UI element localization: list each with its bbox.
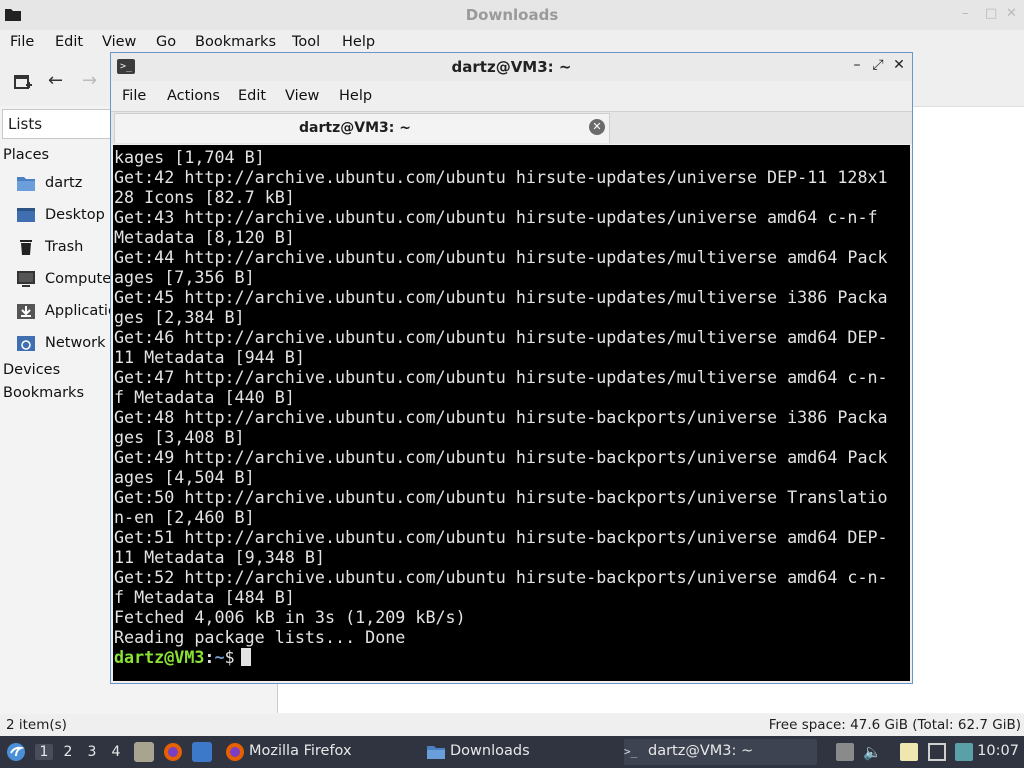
sidebar-mode-label: Lists xyxy=(8,115,43,133)
bookmarks-heading[interactable]: Bookmarks xyxy=(3,385,84,401)
terminal-icon: >_ xyxy=(624,745,638,758)
workspace-1[interactable]: 1 xyxy=(35,744,53,760)
start-menu-icon[interactable] xyxy=(6,742,26,762)
menu-bookmarks[interactable]: Bookmarks xyxy=(195,34,276,50)
menu-tool[interactable]: Tool xyxy=(292,34,320,50)
tab-close-icon[interactable]: ✕ xyxy=(589,119,605,135)
maximize-icon[interactable]: ⤢ xyxy=(870,57,886,73)
file-manager-sidebar: Lists Places dartz Desktop Trash Compute… xyxy=(0,106,134,714)
menu-view[interactable]: View xyxy=(102,34,136,50)
terminal-tabbar: dartz@VM3: ~ ✕ xyxy=(111,111,912,144)
menu-edit[interactable]: Edit xyxy=(55,34,83,50)
volume-icon[interactable]: 🔈 xyxy=(863,743,882,761)
text-cursor xyxy=(240,648,251,666)
firefox-launcher-icon[interactable] xyxy=(163,742,183,762)
desktop-icon xyxy=(17,208,35,222)
computer-icon xyxy=(17,271,35,287)
prompt-user-host: dartz@VM3 xyxy=(114,647,205,667)
menu-help[interactable]: Help xyxy=(342,34,375,50)
terminal-menu-help[interactable]: Help xyxy=(339,88,372,104)
close-icon[interactable]: ✕ xyxy=(1006,6,1017,21)
terminal-titlebar[interactable]: >_ dartz@VM3: ~ – ⤢ ✕ xyxy=(111,53,912,81)
back-icon[interactable]: ← xyxy=(48,70,63,91)
file-manager-launcher-icon[interactable] xyxy=(134,742,154,762)
prompt-symbol: $ xyxy=(224,647,235,667)
maximize-icon[interactable]: □ xyxy=(985,6,997,21)
terminal-menu-view[interactable]: View xyxy=(285,88,319,104)
prompt-path: ~ xyxy=(214,647,225,667)
menu-go[interactable]: Go xyxy=(156,34,176,50)
free-space: Free space: 47.6 GiB (Total: 62.7 GiB) xyxy=(768,717,1021,733)
terminal-window: >_ dartz@VM3: ~ – ⤢ ✕ File Actions Edit … xyxy=(110,52,913,684)
terminal-title: dartz@VM3: ~ xyxy=(451,58,572,76)
terminal-output: kages [1,704 B] Get:42 http://archive.ub… xyxy=(114,147,888,647)
prompt-colon: : xyxy=(204,647,215,667)
devices-heading[interactable]: Devices xyxy=(3,362,60,378)
workspace-3[interactable]: 3 xyxy=(83,744,101,760)
network-tray-icon[interactable] xyxy=(928,743,946,761)
home-folder-icon xyxy=(17,177,35,191)
terminal-screen[interactable]: kages [1,704 B] Get:42 http://archive.ub… xyxy=(113,145,910,681)
terminal-menubar: File Actions Edit View Help xyxy=(111,82,912,110)
task-terminal[interactable]: >_ dartz@VM3: ~ xyxy=(624,739,817,765)
item-count: 2 item(s) xyxy=(6,717,67,733)
close-icon[interactable]: ✕ xyxy=(891,57,907,73)
file-manager-statusbar: 2 item(s) Free space: 47.6 GiB (Total: 6… xyxy=(0,714,1024,736)
terminal-menu-actions[interactable]: Actions xyxy=(167,88,220,104)
applications-icon xyxy=(17,304,35,319)
update-notifier-icon[interactable] xyxy=(955,743,973,761)
file-manager-titlebar: Downloads – □ ✕ xyxy=(0,0,1024,30)
firefox-icon xyxy=(226,743,244,761)
task-downloads[interactable]: Downloads xyxy=(426,739,616,765)
taskbar: 1 2 3 4 Mozilla Firefox Downloads >_ dar… xyxy=(0,736,1024,768)
new-tab-icon[interactable] xyxy=(14,74,32,90)
terminal-tab[interactable]: dartz@VM3: ~ ✕ xyxy=(114,113,610,143)
network-icon xyxy=(17,336,35,351)
places-heading[interactable]: Places xyxy=(3,147,49,163)
minimize-icon[interactable]: – xyxy=(849,57,865,73)
terminal-menu-file[interactable]: File xyxy=(122,88,146,104)
show-desktop-icon[interactable] xyxy=(192,742,212,762)
folder-icon xyxy=(427,746,445,759)
file-manager-title: Downloads xyxy=(465,6,559,24)
minimize-icon[interactable]: – xyxy=(962,6,969,21)
clipboard-icon[interactable] xyxy=(836,743,854,761)
task-firefox[interactable]: Mozilla Firefox xyxy=(225,739,415,765)
terminal-tab-label: dartz@VM3: ~ xyxy=(299,120,411,136)
notes-icon[interactable] xyxy=(900,743,918,761)
workspace-4[interactable]: 4 xyxy=(107,744,125,760)
sidebar-mode-dropdown[interactable]: Lists xyxy=(2,109,124,139)
forward-icon[interactable]: → xyxy=(82,70,97,91)
workspace-2[interactable]: 2 xyxy=(59,744,77,760)
trash-icon xyxy=(20,240,32,255)
terminal-menu-edit[interactable]: Edit xyxy=(238,88,266,104)
terminal-prompt[interactable]: dartz@VM3:~$ xyxy=(114,647,251,667)
menu-file[interactable]: File xyxy=(10,34,34,50)
clock[interactable]: 10:07 xyxy=(977,743,1019,759)
